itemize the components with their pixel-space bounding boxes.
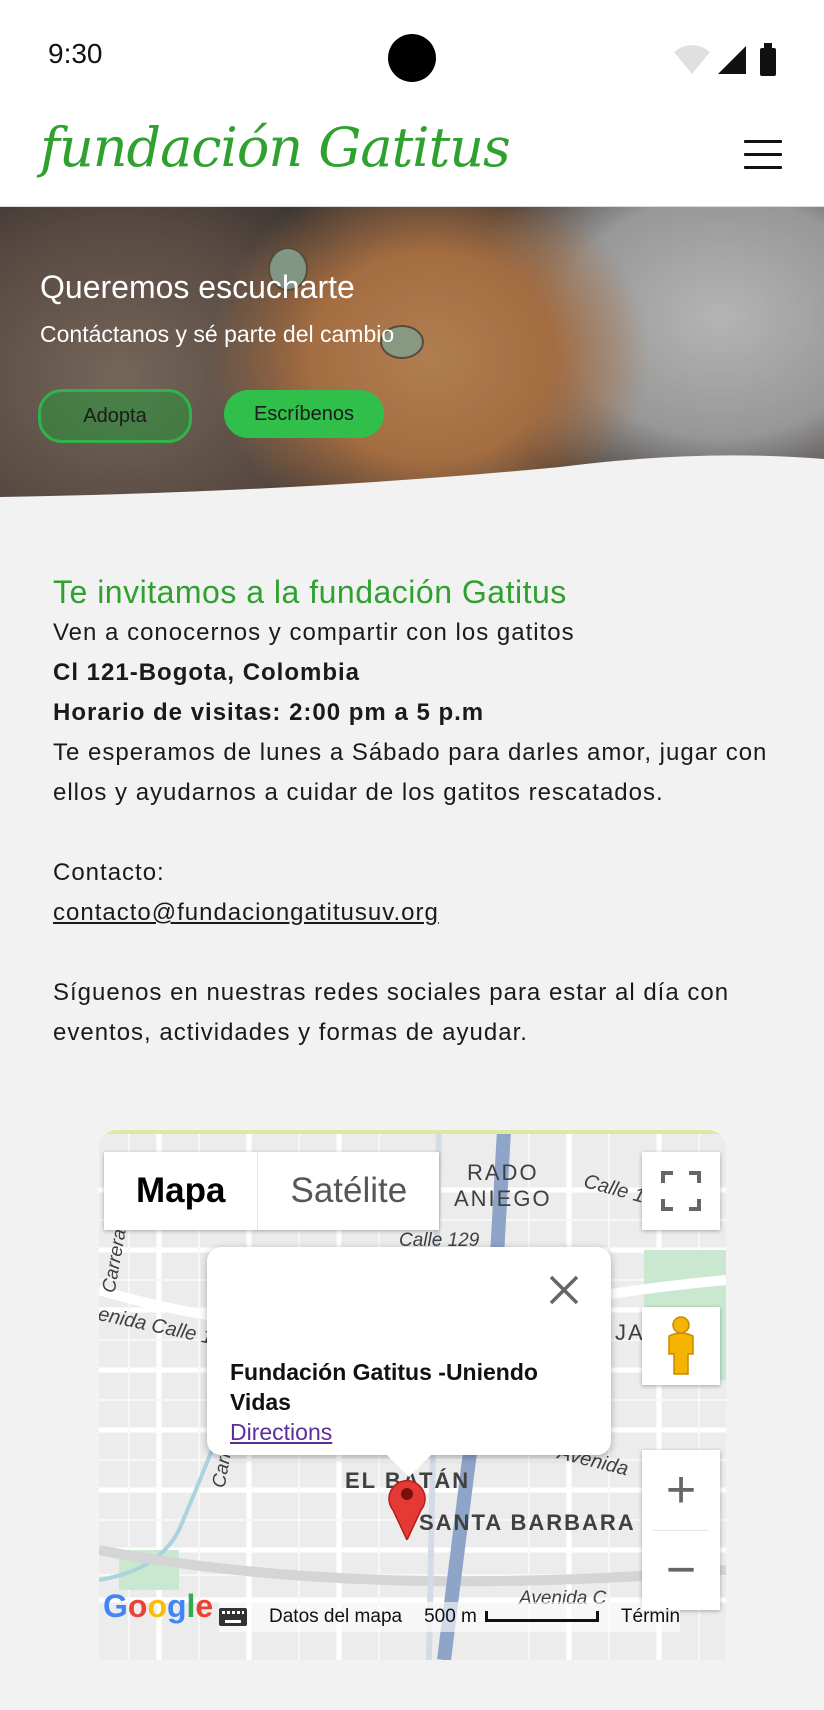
map-scale[interactable]: 500 m: [424, 1606, 599, 1628]
close-icon[interactable]: [547, 1273, 581, 1307]
address-text: Cl 121-Bogota, Colombia: [53, 659, 361, 686]
hamburger-menu-icon[interactable]: [744, 140, 782, 170]
keyboard-icon[interactable]: [219, 1608, 247, 1626]
zoom-in-button[interactable]: +: [642, 1451, 720, 1530]
adopt-button[interactable]: Adopta: [38, 389, 192, 443]
fullscreen-icon: [661, 1171, 701, 1211]
map-marker-icon[interactable]: [387, 1474, 427, 1540]
battery-icon: [760, 43, 776, 76]
status-bar: 9:30: [0, 0, 824, 110]
map-type-satellite-button[interactable]: Satélite: [258, 1152, 439, 1230]
section-heading: Te invitamos a la fundación Gatitus: [53, 574, 567, 610]
place-name: Fundación Gatitus -Uniendo Vidas: [230, 1359, 538, 1415]
google-logo[interactable]: Google: [103, 1588, 213, 1625]
site-header: fundación Gatitus: [0, 110, 824, 207]
zoom-out-button[interactable]: −: [642, 1531, 720, 1610]
map-type-control: Mapa Satélite: [104, 1152, 440, 1230]
status-time: 9:30: [48, 38, 103, 69]
map-footer: Datos del mapa 500 m Términ: [219, 1602, 681, 1632]
wifi-icon: [674, 45, 710, 74]
social-text: Síguenos en nuestras redes sociales para…: [53, 979, 730, 1046]
visit-info-section: Te invitamos a la fundación Gatitus Ven …: [53, 574, 773, 1053]
map-info-window: Fundación Gatitus -Uniendo Vidas Directi…: [207, 1247, 611, 1477]
pegman-icon: [668, 1316, 694, 1375]
hero-banner: Queremos escucharte Contáctanos y sé par…: [0, 207, 824, 507]
map-label: RADO: [467, 1160, 539, 1185]
signal-icon: [718, 46, 746, 74]
terms-link[interactable]: Términ: [621, 1606, 680, 1628]
map-data-link[interactable]: Datos del mapa: [269, 1606, 402, 1628]
description-text: Te esperamos de lunes a Sábado para darl…: [53, 739, 768, 806]
status-icons: [674, 43, 776, 76]
directions-link[interactable]: Directions: [230, 1419, 332, 1446]
map-type-map-button[interactable]: Mapa: [104, 1152, 259, 1230]
hero-title: Queremos escucharte: [40, 269, 355, 305]
google-map[interactable]: RADO ANIEGO Calle 1 Calle 129 Carrera en…: [99, 1130, 726, 1660]
zoom-control: + −: [642, 1450, 720, 1610]
street-view-button[interactable]: [642, 1307, 720, 1385]
contact-email-link[interactable]: contacto@fundaciongatitusuv.org: [53, 899, 439, 926]
map-label: ANIEGO: [454, 1186, 552, 1211]
hero-subtitle: Contáctanos y sé parte del cambio: [40, 321, 395, 347]
fullscreen-button[interactable]: [642, 1152, 720, 1230]
intro-line: Ven a conocernos y compartir con los gat…: [53, 619, 575, 646]
front-camera: [388, 34, 436, 82]
map-label: SANTA BARBARA: [419, 1510, 636, 1535]
site-logo[interactable]: fundación Gatitus: [40, 116, 511, 179]
visiting-hours: Horario de visitas: 2:00 pm a 5 p.m: [53, 699, 485, 726]
write-us-button[interactable]: Escríbenos: [224, 390, 384, 438]
map-label: JA: [615, 1320, 645, 1345]
contact-label: Contacto:: [53, 859, 165, 886]
hero-wave-divider: [0, 455, 824, 507]
